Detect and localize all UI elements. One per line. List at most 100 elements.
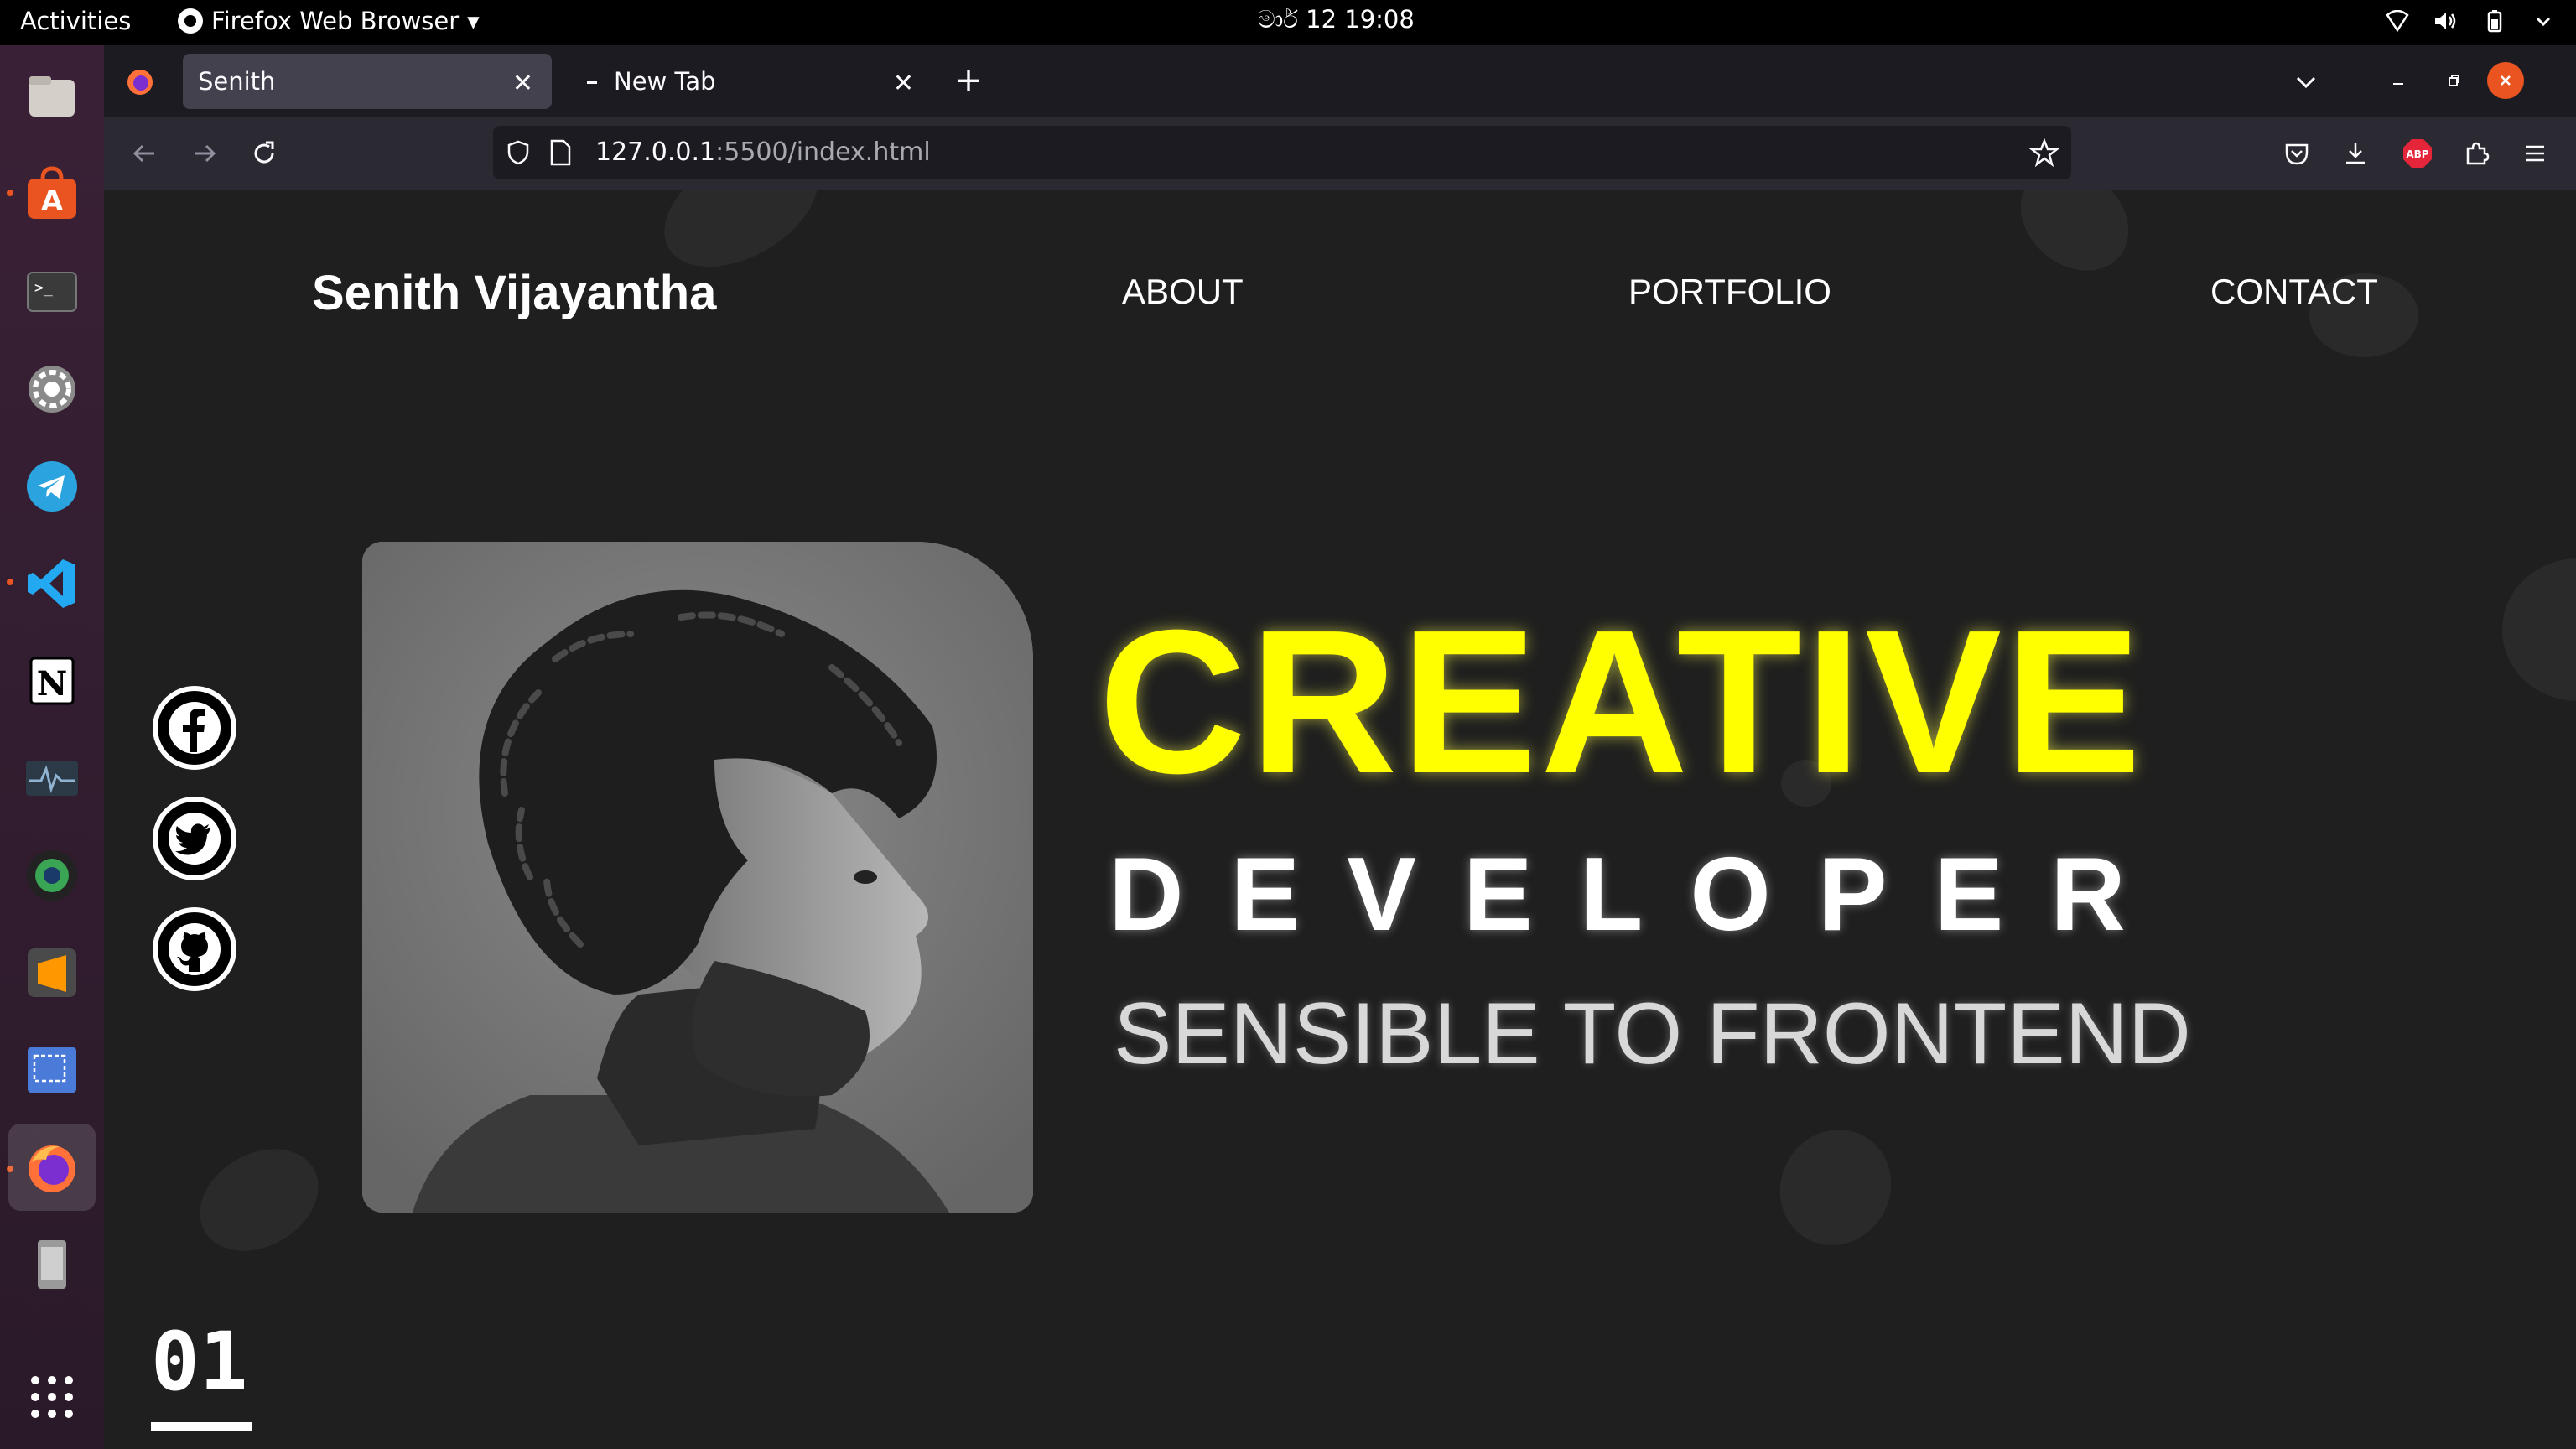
- adblock-plus-button[interactable]: ABP: [2400, 136, 2435, 171]
- app-menu[interactable]: Firefox Web Browser ▾: [178, 7, 480, 35]
- dock: A >_ N: [0, 45, 104, 1449]
- facebook-link[interactable]: [153, 686, 236, 770]
- dock-sublime[interactable]: [8, 929, 96, 1016]
- files-icon: [29, 76, 75, 117]
- dock-show-apps[interactable]: [8, 1353, 96, 1441]
- url-bar[interactable]: 127.0.0.1:5500/index.html: [493, 126, 2071, 179]
- tab-label: New Tab: [614, 67, 716, 96]
- screenshot-icon: [28, 1047, 76, 1093]
- firefox-window: Senith ✕ New Tab ✕ + 127.0.0.1:5500/inde…: [104, 45, 2576, 1449]
- background-blob: [2000, 190, 2149, 293]
- background-blob: [1758, 1109, 1913, 1266]
- activities-button[interactable]: Activities: [20, 7, 131, 35]
- web-page: Senith Vijayantha ABOUT PORTFOLIO CONTAC…: [104, 190, 2576, 1449]
- new-tab-icon: [587, 80, 597, 84]
- downloads-button[interactable]: [2338, 136, 2373, 171]
- settings-icon: [29, 366, 75, 413]
- facebook-icon: [169, 702, 221, 754]
- hamburger-icon: [2526, 145, 2544, 162]
- headline-developer: DEVELOPER: [1109, 837, 2173, 953]
- back-button[interactable]: [126, 134, 164, 173]
- camera-icon: [27, 850, 77, 901]
- github-link[interactable]: [153, 907, 236, 991]
- puzzle-icon: [2466, 142, 2490, 165]
- clock[interactable]: මාර් 12 19:08: [1258, 5, 1415, 34]
- app-menu-label: Firefox Web Browser: [211, 7, 460, 35]
- hamburger-menu-button[interactable]: [2517, 136, 2553, 171]
- shield-icon[interactable]: [505, 139, 532, 166]
- site-name[interactable]: Senith Vijayantha: [312, 265, 716, 321]
- background-blob: [2502, 558, 2576, 701]
- minimize-button[interactable]: [2380, 62, 2417, 99]
- chevron-down-icon[interactable]: [2289, 65, 2323, 99]
- volume-icon[interactable]: [2433, 8, 2459, 34]
- dock-screenshot[interactable]: [8, 1026, 96, 1114]
- firefox-icon: [29, 1145, 75, 1192]
- terminal-icon: >_: [27, 272, 77, 312]
- extensions-button[interactable]: [2459, 136, 2494, 171]
- nav-toolbar: 127.0.0.1:5500/index.html ABP: [104, 117, 2576, 190]
- svg-text:A: A: [41, 184, 64, 218]
- nav-link-contact[interactable]: CONTACT: [2210, 272, 2378, 312]
- pocket-button[interactable]: [2279, 136, 2314, 171]
- dock-telegram[interactable]: [8, 443, 96, 530]
- monitor-icon: [26, 761, 78, 796]
- drive-icon: [38, 1240, 66, 1289]
- dock-notion[interactable]: N: [8, 637, 96, 724]
- chevron-down-icon: ▾: [467, 7, 480, 35]
- notion-icon: N: [29, 657, 75, 705]
- tab-senith[interactable]: Senith ✕: [183, 54, 552, 109]
- url-text[interactable]: 127.0.0.1:5500/index.html: [595, 138, 931, 167]
- firefox-view-icon[interactable]: [124, 65, 156, 97]
- close-window-button[interactable]: [2487, 62, 2524, 99]
- tab-new-tab[interactable]: New Tab ✕: [564, 54, 932, 109]
- dock-firefox[interactable]: [8, 1124, 96, 1211]
- url-host: 127.0.0.1: [595, 138, 716, 167]
- bookmark-star-icon[interactable]: [2029, 138, 2059, 168]
- sublime-icon: [28, 948, 76, 997]
- profile-photo: [362, 542, 1033, 1213]
- svg-text:N: N: [37, 664, 68, 704]
- dock-camera[interactable]: [8, 832, 96, 919]
- network-icon[interactable]: [2385, 8, 2410, 34]
- nav-link-about[interactable]: ABOUT: [1122, 272, 1244, 312]
- new-tab-button[interactable]: +: [948, 60, 989, 102]
- pocket-icon: [2285, 143, 2309, 165]
- headline-creative: CREATIVE: [1098, 587, 2145, 816]
- dock-drive[interactable]: [8, 1221, 96, 1308]
- dock-settings[interactable]: [8, 345, 96, 433]
- dock-files[interactable]: [8, 54, 96, 141]
- maximize-button[interactable]: [2435, 62, 2472, 99]
- dock-software[interactable]: A: [8, 151, 96, 238]
- url-path: :5500/index.html: [715, 138, 931, 167]
- system-top-bar: Activities Firefox Web Browser ▾ මාර් 12…: [0, 0, 2576, 45]
- grid-icon: [31, 1376, 73, 1418]
- firefox-icon: [178, 8, 203, 34]
- reload-button[interactable]: [245, 134, 283, 173]
- dock-system-monitor[interactable]: [8, 735, 96, 822]
- power-menu-icon[interactable]: [2531, 8, 2556, 34]
- system-tray[interactable]: [2385, 8, 2556, 34]
- close-icon[interactable]: ✕: [893, 69, 914, 98]
- nav-link-portfolio[interactable]: PORTFOLIO: [1628, 272, 1831, 312]
- twitter-icon: [169, 813, 221, 865]
- close-icon[interactable]: ✕: [512, 69, 533, 98]
- tab-bar: Senith ✕ New Tab ✕ +: [104, 45, 2576, 117]
- twitter-link[interactable]: [153, 797, 236, 880]
- dock-terminal[interactable]: >_: [8, 248, 96, 335]
- telegram-icon: [27, 461, 77, 512]
- background-blob: [181, 1128, 337, 1272]
- section-number-underline: [151, 1422, 252, 1431]
- portrait-illustration: [362, 542, 1033, 1213]
- adblock-plus-icon: ABP: [2403, 139, 2432, 168]
- app-store-icon: A: [28, 166, 76, 219]
- dock-vscode[interactable]: [8, 540, 96, 627]
- svg-text:ABP: ABP: [2406, 148, 2428, 160]
- github-icon: [169, 923, 221, 975]
- section-number: 01: [151, 1315, 248, 1409]
- page-icon[interactable]: [548, 139, 572, 166]
- tab-label: Senith: [198, 67, 276, 96]
- battery-icon[interactable]: [2482, 8, 2507, 34]
- forward-button[interactable]: [184, 134, 223, 173]
- download-icon: [2346, 143, 2365, 164]
